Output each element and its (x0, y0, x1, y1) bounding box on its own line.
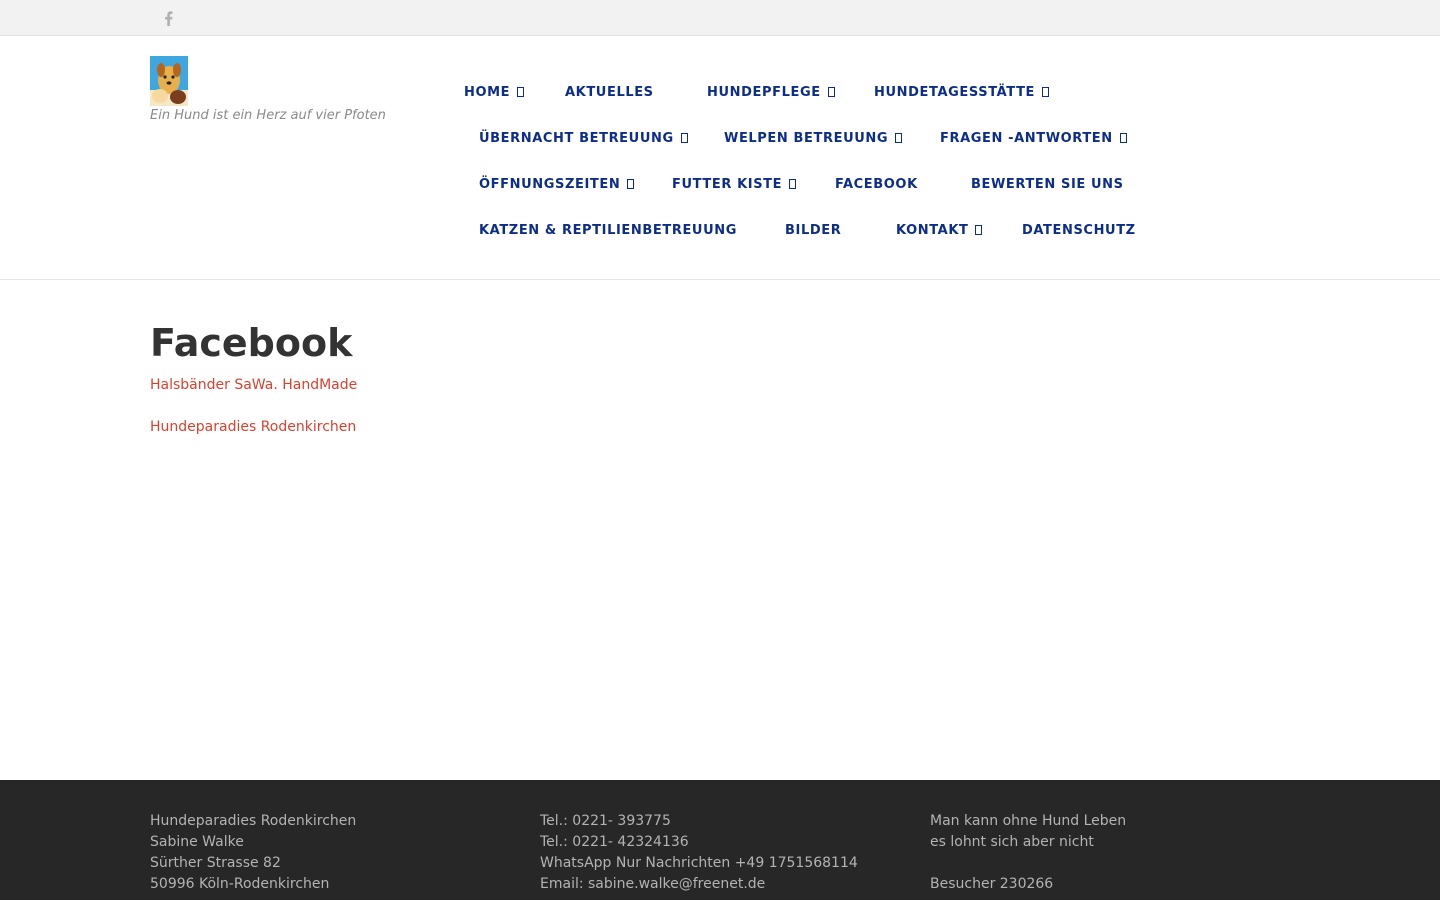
footer-whatsapp: WhatsApp Nur Nachrichten +49 1751568114 (540, 855, 858, 871)
site-header: Ein Hund ist ein Herz auf vier Pfoten HO… (0, 36, 1440, 280)
page-title: Facebook (150, 321, 353, 365)
link-hundeparadies[interactable]: Hundeparadies Rodenkirchen (150, 419, 356, 435)
nav-bewerten-sie-uns[interactable]: BEWERTEN SIE UNS (971, 175, 1124, 193)
nav-oeffnungszeiten[interactable]: ÖFFNUNGSZEITEN (479, 175, 635, 193)
dropdown-icon (827, 87, 835, 97)
nav-aktuelles[interactable]: AKTUELLES (565, 83, 654, 101)
footer-line: Sürther Strasse 82 (150, 855, 281, 871)
facebook-icon[interactable] (161, 10, 175, 26)
nav-kontakt[interactable]: KONTAKT (896, 221, 983, 239)
footer-quote: Man kann ohne Hund Leben es lohnt sich a… (930, 811, 1126, 895)
footer-line: Hundeparadies Rodenkirchen (150, 813, 357, 829)
top-bar (0, 0, 1440, 36)
nav-hundetagesstaette[interactable]: HUNDETAGESSTÄTTE (874, 83, 1050, 101)
nav-fragen-antworten[interactable]: FRAGEN -ANTWORTEN (940, 129, 1127, 147)
dropdown-icon (680, 133, 688, 143)
nav-bilder[interactable]: BILDER (785, 221, 841, 239)
dropdown-icon (789, 179, 797, 189)
nav-uebernacht-betreuung[interactable]: ÜBERNACHT BETREUUNG (479, 129, 688, 147)
site-tagline: Ein Hund ist ein Herz auf vier Pfoten (150, 108, 386, 123)
site-footer: Hundeparadies Rodenkirchen Sabine Walke … (0, 780, 1440, 900)
dropdown-icon (627, 179, 635, 189)
dropdown-icon (517, 87, 525, 97)
dropdown-icon (895, 133, 903, 143)
dropdown-icon (1042, 87, 1050, 97)
footer-line: es lohnt sich aber nicht (930, 834, 1094, 850)
footer-line: 50996 Köln-Rodenkirchen (150, 876, 330, 892)
footer-line: Sabine Walke (150, 834, 244, 850)
nav-facebook[interactable]: FACEBOOK (835, 175, 918, 193)
nav-futter-kiste[interactable]: FUTTER KISTE (672, 175, 797, 193)
dropdown-icon (975, 225, 983, 235)
footer-line: Man kann ohne Hund Leben (930, 813, 1127, 829)
nav-welpen-betreuung[interactable]: WELPEN BETREUUNG (724, 129, 903, 147)
nav-home[interactable]: HOME (464, 83, 525, 101)
nav-datenschutz[interactable]: DATENSCHUTZ (1022, 221, 1136, 239)
footer-address: Hundeparadies Rodenkirchen Sabine Walke … (150, 811, 356, 895)
footer-email: Email: sabine.walke@freenet.de (540, 876, 766, 892)
footer-phone: Tel.: 0221- 42324136 (540, 834, 689, 850)
footer-phone: Tel.: 0221- 393775 (540, 813, 671, 829)
link-halsbaender[interactable]: Halsbänder SaWa. HandMade (150, 377, 357, 393)
dropdown-icon (1119, 133, 1127, 143)
footer-contact: Tel.: 0221- 393775 Tel.: 0221- 42324136 … (540, 811, 858, 895)
site-logo[interactable] (150, 56, 188, 106)
nav-katzen-reptilienbetreuung[interactable]: KATZEN & REPTILIENBETREUUNG (479, 221, 737, 239)
nav-hundepflege[interactable]: HUNDEPFLEGE (707, 83, 835, 101)
main-content: Facebook Halsbänder SaWa. HandMade Hunde… (0, 280, 1440, 780)
footer-spacer (930, 853, 1126, 874)
visitor-counter: Besucher 230266 (930, 876, 1054, 892)
